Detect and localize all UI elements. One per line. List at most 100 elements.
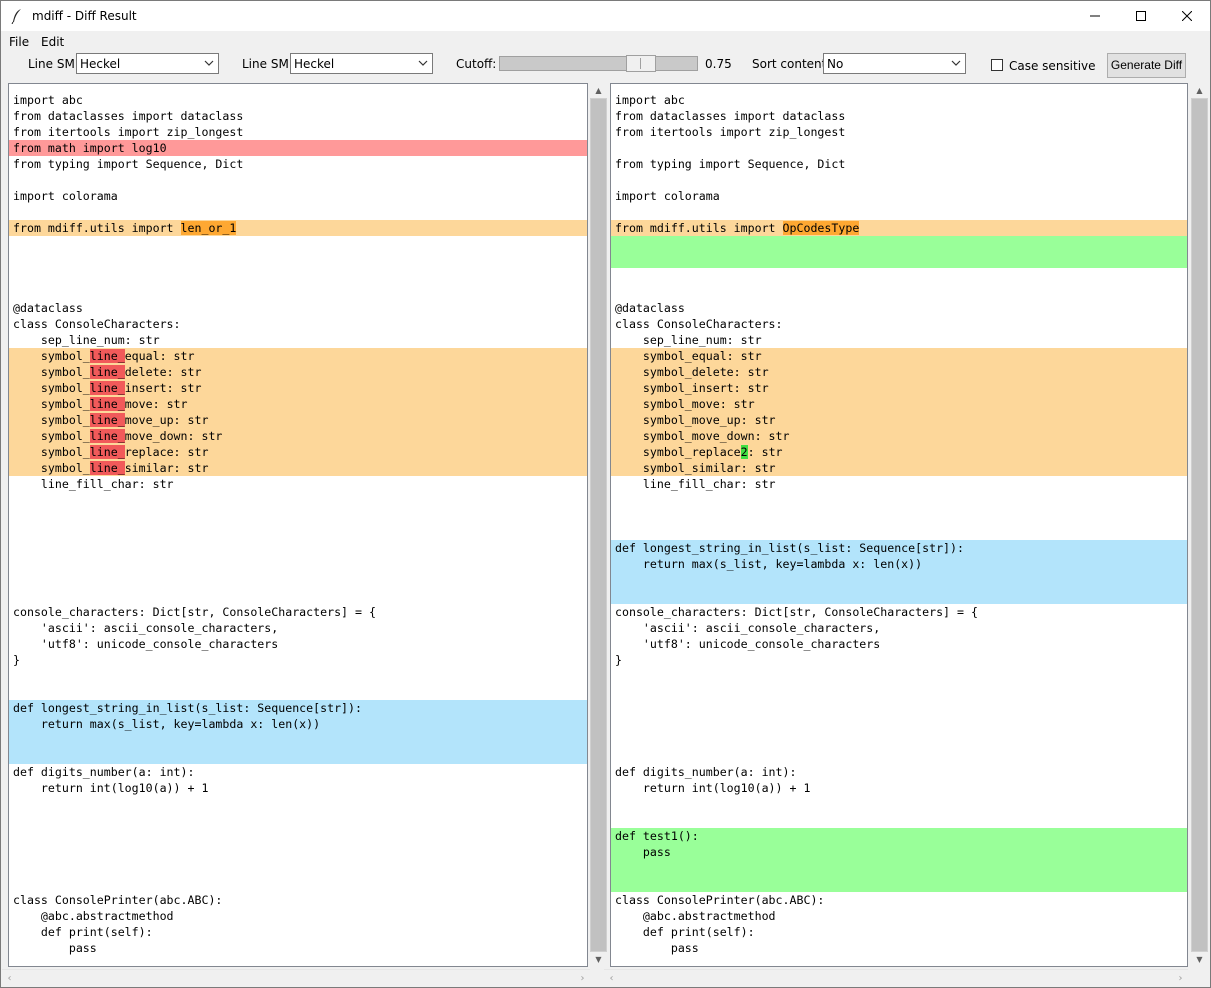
case-sensitive-checkbox[interactable] [991, 59, 1003, 71]
code-line: symbol_replace2: str [611, 444, 1187, 460]
code-line: symbol_similar: str [611, 460, 1187, 476]
line-sm2-label: Line SM: [242, 57, 293, 71]
sort-content-value: No [827, 57, 844, 71]
code-line: symbol_line_replace: str [9, 444, 587, 460]
code-line: from math import log10 [9, 140, 587, 156]
scroll-left-icon[interactable]: ‹ [604, 970, 619, 987]
scroll-up-icon[interactable]: ▲ [590, 83, 607, 98]
code-line: return int(log10(a)) + 1 [615, 781, 811, 795]
code-text: symbol_ [13, 365, 90, 379]
diff-token: len_or_1 [180, 221, 237, 235]
code-line: import abc [615, 93, 685, 107]
diff-token: line_ [89, 429, 125, 443]
code-line: from typing import Sequence, Dict [13, 157, 244, 171]
cutoff-slider-track[interactable] [499, 56, 698, 71]
code-text: move_up: str [124, 413, 209, 427]
code-line: } [615, 653, 622, 667]
code-text: delete: str [124, 365, 202, 379]
code-line: symbol_equal: str [611, 348, 1187, 364]
code-line: symbol_line_move: str [9, 396, 587, 412]
left-diff-pane[interactable]: import abc from dataclasses import datacl… [8, 83, 588, 967]
menu-edit[interactable]: Edit [41, 35, 64, 49]
diff-token: 2 [740, 445, 748, 459]
code-line: @dataclass [13, 301, 83, 315]
right-vertical-scrollbar[interactable]: ▲ ▼ [1191, 83, 1208, 967]
line-sm2-select[interactable]: Heckel [290, 53, 433, 74]
code-line: from mdiff.utils import len_or_1 [9, 220, 587, 236]
right-scroll-thumb[interactable] [1192, 99, 1207, 951]
code-line: from typing import Sequence, Dict [615, 157, 846, 171]
scroll-down-icon[interactable]: ▼ [1191, 952, 1208, 967]
left-horizontal-scrollbar[interactable]: ‹ › [2, 969, 590, 986]
code-line: symbol_move_up: str [611, 412, 1187, 428]
scroll-right-icon[interactable]: › [1173, 970, 1188, 987]
chevron-down-icon [204, 60, 214, 66]
right-horizontal-scrollbar[interactable]: ‹ › [604, 969, 1188, 986]
cutoff-slider-handle[interactable] [626, 55, 656, 72]
code-line: symbol_line_insert: str [9, 380, 587, 396]
close-button[interactable] [1164, 1, 1210, 31]
code-line: 'utf8': unicode_console_characters [615, 637, 881, 651]
scroll-right-icon[interactable]: › [575, 970, 590, 987]
code-text: symbol_ [13, 461, 90, 475]
scroll-left-icon[interactable]: ‹ [2, 970, 17, 987]
menu-file[interactable]: File [9, 35, 29, 49]
code-text: symbol_replace [615, 445, 741, 459]
code-line: from mdiff.utils import OpCodesType [611, 220, 1187, 236]
code-line: class ConsoleCharacters: [615, 317, 783, 331]
scroll-down-icon[interactable]: ▼ [590, 952, 607, 967]
code-line: console_characters: Dict[str, ConsoleCha… [13, 605, 376, 619]
right-diff-pane[interactable]: import abc from dataclasses import datacl… [610, 83, 1188, 967]
diff-token: line_ [89, 413, 125, 427]
scroll-up-icon[interactable]: ▲ [1191, 83, 1208, 98]
code-text: similar: str [124, 461, 209, 475]
title-bar[interactable]: mdiff - Diff Result [1, 1, 1210, 31]
code-line: return int(log10(a)) + 1 [13, 781, 209, 795]
minimize-button[interactable] [1072, 1, 1118, 31]
feather-icon [11, 9, 21, 24]
code-line: 'ascii': ascii_console_characters, [615, 621, 881, 635]
code-line: 'utf8': unicode_console_characters [13, 637, 279, 651]
close-icon [1181, 10, 1193, 22]
app-window: mdiff - Diff Result File Edit Line SM: H… [0, 0, 1211, 988]
line-sm-select[interactable]: Heckel [76, 53, 219, 74]
code-line: symbol_line_similar: str [9, 460, 587, 476]
code-text: symbol_ [13, 445, 90, 459]
diff-token: line_ [89, 349, 125, 363]
diff-token: OpCodesType [782, 221, 860, 235]
generate-diff-button[interactable]: Generate Diff [1107, 53, 1186, 78]
code-line: def longest_string_in_list(s_list: Seque… [611, 540, 1187, 556]
code-line: class ConsoleCharacters: [13, 317, 181, 331]
diff-token: line_ [89, 445, 125, 459]
code-line: symbol_move: str [611, 396, 1187, 412]
cutoff-value: 0.75 [705, 57, 732, 71]
left-scroll-thumb[interactable] [591, 99, 606, 951]
sort-content-label: Sort content: [752, 57, 831, 71]
code-line: sep_line_num: str [13, 333, 160, 347]
code-line [9, 732, 587, 748]
left-vertical-scrollbar[interactable]: ▲ ▼ [590, 83, 607, 967]
code-line: from itertools import zip_longest [13, 125, 244, 139]
sort-content-select[interactable]: No [823, 53, 966, 74]
code-line: console_characters: Dict[str, ConsoleCha… [615, 605, 978, 619]
maximize-button[interactable] [1118, 1, 1164, 31]
